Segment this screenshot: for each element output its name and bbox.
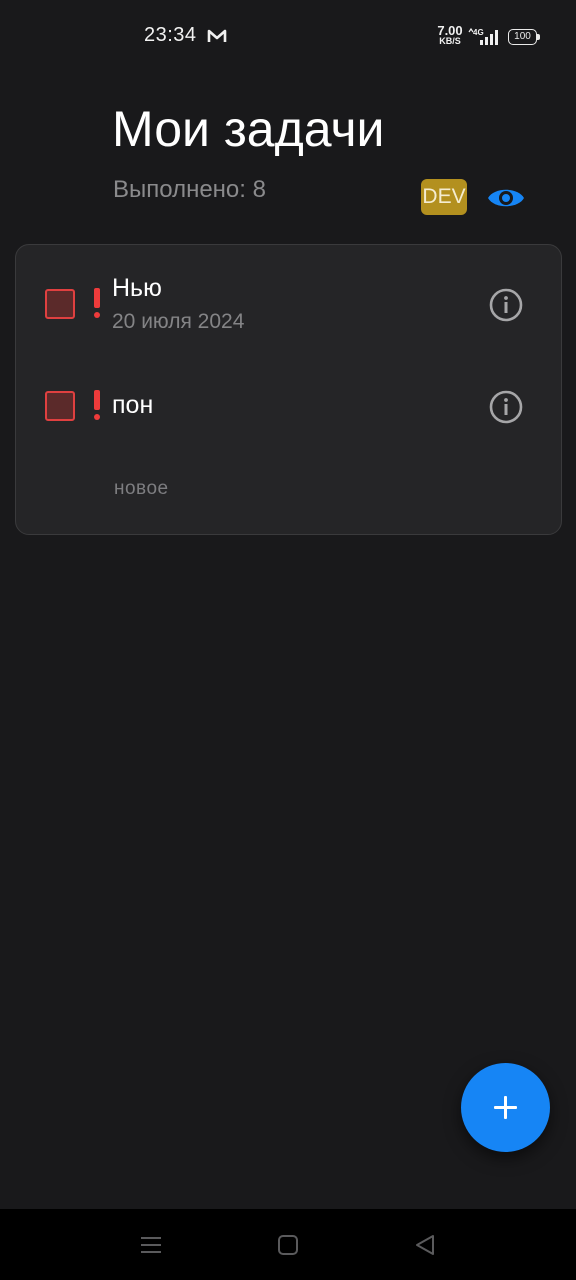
dev-badge[interactable]: DEV xyxy=(421,179,467,215)
screen: 23:34 7.00 KB/S 4G 100 Мои задачи Выполн… xyxy=(0,0,576,1280)
status-bar: 23:34 7.00 KB/S 4G 100 xyxy=(0,0,576,72)
priority-high-icon xyxy=(91,288,103,320)
task-date: 20 июля 2024 xyxy=(112,310,245,333)
page-title: Мои задачи xyxy=(112,101,385,157)
task-title: пон xyxy=(112,391,154,419)
nav-bar xyxy=(0,1209,576,1280)
priority-high-icon xyxy=(91,390,103,422)
task-item[interactable]: пон xyxy=(16,365,561,445)
new-task-link[interactable]: новое xyxy=(114,478,169,500)
task-checkbox[interactable] xyxy=(45,289,75,319)
signal-4g-icon: 4G xyxy=(468,27,498,45)
back-icon[interactable] xyxy=(411,1231,439,1259)
battery-icon: 100 xyxy=(508,29,540,45)
svg-text:4G: 4G xyxy=(473,28,484,37)
task-checkbox[interactable] xyxy=(45,391,75,421)
add-task-button[interactable] xyxy=(461,1063,550,1152)
home-icon[interactable] xyxy=(274,1231,302,1259)
menu-icon[interactable] xyxy=(137,1231,165,1259)
task-title: Нью xyxy=(112,274,162,302)
net-speed: 7.00 KB/S xyxy=(437,23,463,46)
info-icon[interactable] xyxy=(488,389,524,425)
status-time: 23:34 xyxy=(144,24,197,46)
info-icon[interactable] xyxy=(488,287,524,323)
gmail-icon xyxy=(207,29,227,42)
task-item[interactable]: Нью 20 июля 2024 xyxy=(16,265,561,345)
eye-icon[interactable] xyxy=(486,182,526,214)
task-list-card: Нью 20 июля 2024 пон новое xyxy=(15,244,562,535)
done-counter: Выполнено: 8 xyxy=(113,176,266,203)
